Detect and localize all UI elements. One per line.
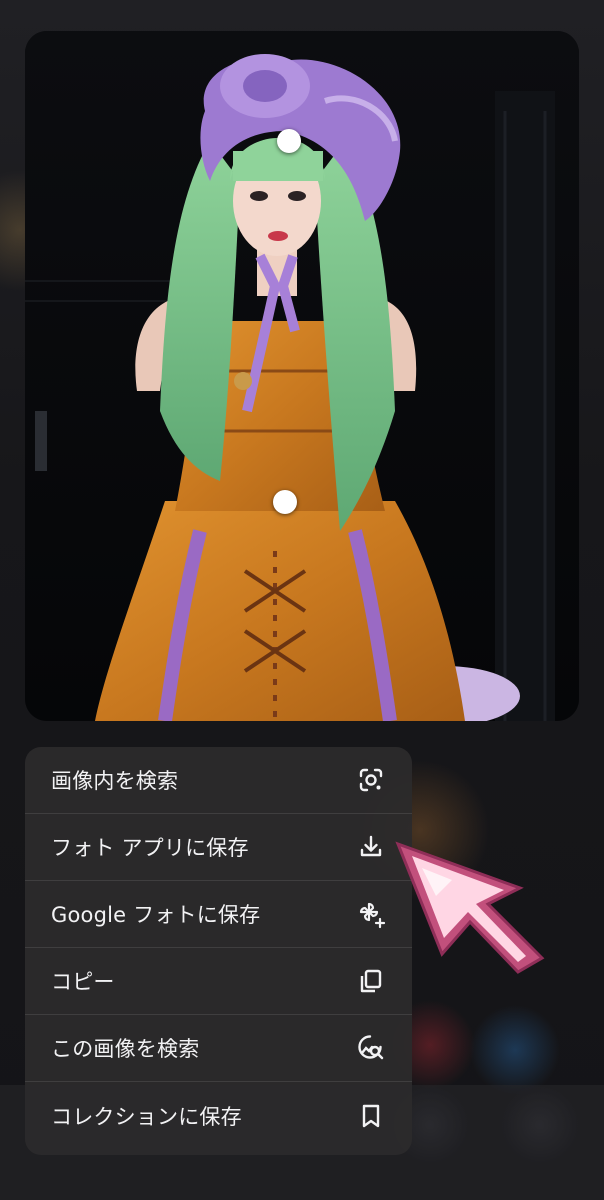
- selection-handle-bottom[interactable]: [273, 490, 297, 514]
- copy-icon: [356, 966, 386, 996]
- menu-item-label: コピー: [51, 970, 115, 994]
- image-search-icon: [356, 1033, 386, 1063]
- menu-item-label: この画像を検索: [51, 1037, 200, 1061]
- pink-arrow-cursor-icon: [392, 838, 552, 978]
- menu-item-label: Google フォトに保存: [51, 903, 261, 927]
- selection-handle-top[interactable]: [277, 129, 301, 153]
- menu-item-label: フォト アプリに保存: [51, 836, 249, 860]
- download-icon: [356, 832, 386, 862]
- menu-item-copy[interactable]: コピー: [25, 948, 412, 1015]
- google-photos-add-icon: [356, 899, 386, 929]
- menu-item-label: 画像内を検索: [51, 769, 179, 793]
- menu-item-label: コレクションに保存: [51, 1104, 242, 1129]
- lens-search-icon: [356, 765, 386, 795]
- bookmark-icon: [356, 1101, 386, 1131]
- menu-item-search-in-image[interactable]: 画像内を検索: [25, 747, 412, 814]
- menu-item-search-this-image[interactable]: この画像を検索: [25, 1015, 412, 1082]
- photo-illustration: [25, 31, 579, 721]
- context-menu: 画像内を検索 フォト アプリに保存 Google フォトに保存 コピー この画像…: [25, 747, 412, 1155]
- menu-item-save-to-google-photos[interactable]: Google フォトに保存: [25, 881, 412, 948]
- image-preview[interactable]: [25, 31, 579, 721]
- menu-item-save-to-photos[interactable]: フォト アプリに保存: [25, 814, 412, 881]
- menu-item-save-to-collection[interactable]: コレクションに保存: [25, 1082, 412, 1149]
